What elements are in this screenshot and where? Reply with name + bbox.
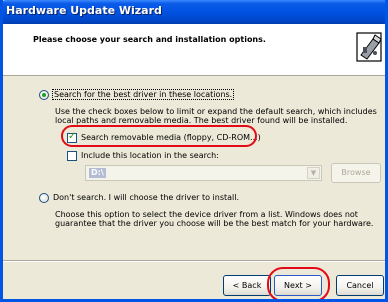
footer-separator bbox=[3, 260, 385, 262]
search-best-label[interactable]: Search for the best driver in these loca… bbox=[51, 89, 235, 100]
location-combo-value: D:\ bbox=[89, 168, 106, 178]
wizard-header: Please choose your search and installati… bbox=[3, 24, 385, 76]
search-best-radio[interactable] bbox=[39, 90, 49, 100]
checkmark-icon: ✓ bbox=[68, 131, 77, 142]
browse-button[interactable]: Browse bbox=[331, 163, 381, 183]
hardware-wizard-icon bbox=[356, 32, 382, 62]
radio-selected-dot bbox=[42, 93, 46, 97]
window-title: Hardware Update Wizard bbox=[6, 4, 162, 17]
search-best-description: Use the check boxes below to limit or ex… bbox=[55, 107, 377, 125]
dont-search-description: Choose this option to select the device … bbox=[55, 210, 374, 228]
include-location-checkbox[interactable] bbox=[67, 151, 77, 161]
dont-search-radio[interactable] bbox=[39, 193, 49, 203]
chevron-down-icon[interactable]: ▼ bbox=[307, 167, 320, 179]
title-bar[interactable]: Hardware Update Wizard bbox=[3, 0, 385, 24]
include-location-label[interactable]: Include this location in the search: bbox=[81, 151, 219, 160]
dont-search-label[interactable]: Don't search. I will choose the driver t… bbox=[53, 193, 239, 202]
cancel-button[interactable]: Cancel bbox=[336, 275, 384, 296]
removable-media-label[interactable]: Search removable media (floppy, CD-ROM..… bbox=[81, 133, 261, 142]
removable-media-checkbox[interactable]: ✓ bbox=[67, 131, 77, 143]
location-combo[interactable]: D:\ ▼ bbox=[85, 165, 322, 181]
next-button[interactable]: Next > bbox=[274, 275, 322, 296]
wizard-window: Hardware Update Wizard Please choose you… bbox=[0, 0, 388, 302]
header-title: Please choose your search and installati… bbox=[33, 35, 266, 44]
back-button[interactable]: < Back bbox=[223, 275, 271, 296]
